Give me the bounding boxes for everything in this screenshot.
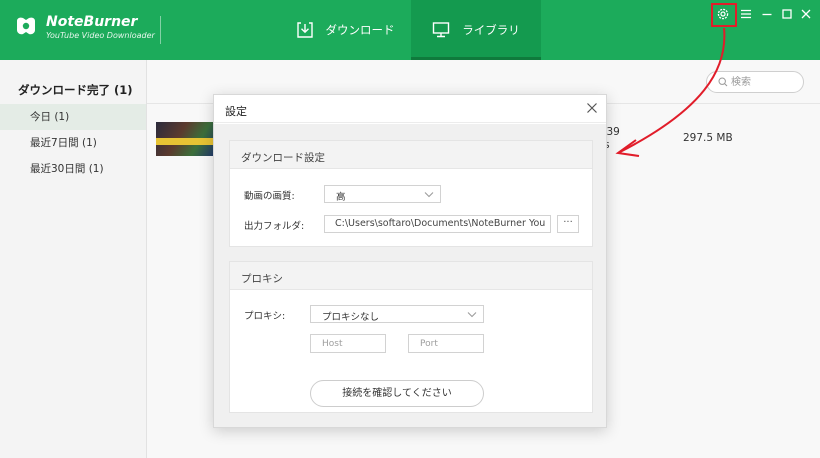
search-box[interactable] [706, 71, 804, 93]
chevron-down-icon [424, 192, 434, 198]
download-settings-header: ダウンロード設定 [230, 141, 592, 169]
sidebar-title: ダウンロード完了 (1) [18, 83, 133, 97]
download-settings-section: ダウンロード設定 動画の画質: 高 出力フォルダ: C:\Users\softa… [229, 140, 593, 247]
video-quality-select[interactable]: 高 [324, 185, 441, 203]
proxy-section-header: プロキシ [230, 262, 592, 290]
proxy-section-title: プロキシ [241, 273, 283, 285]
header-divider [160, 16, 161, 44]
proxy-port-input[interactable] [408, 334, 484, 353]
video-thumbnail[interactable] [156, 122, 214, 156]
video-quality-label: 動画の画質: [244, 191, 295, 202]
proxy-select[interactable]: プロキシなし [310, 305, 484, 323]
video-file-size: 297.5 MB [683, 132, 733, 144]
proxy-section: プロキシ プロキシ: プロキシなし 接続を確認してください [229, 261, 593, 413]
menu-icon[interactable] [739, 7, 753, 21]
output-folder-path[interactable]: C:\Users\softaro\Documents\NoteBurner Yo… [324, 215, 551, 233]
dialog-close-icon[interactable] [586, 102, 598, 114]
video-quality-value: 高 [336, 192, 346, 203]
output-folder-label: 出力フォルダ: [244, 221, 305, 232]
thumbnail-caption-band [156, 138, 214, 145]
search-icon [718, 77, 728, 87]
sidebar: ダウンロード完了 (1) 今日 (1) 最近7日間 (1) 最近30日間 (1) [0, 60, 147, 458]
gear-icon[interactable] [716, 7, 730, 21]
proxy-value: プロキシなし [322, 312, 380, 323]
check-connection-button[interactable]: 接続を確認してください [310, 380, 484, 407]
minimize-icon[interactable] [760, 7, 774, 21]
tab-library-label: ライブラリ [462, 23, 520, 37]
settings-dialog-header: 設定 [214, 95, 606, 123]
settings-dialog-body: ダウンロード設定 動画の画質: 高 出力フォルダ: C:\Users\softa… [214, 124, 606, 427]
noteburner-logo-icon [17, 17, 35, 35]
tab-download[interactable]: ダウンロード [280, 0, 410, 60]
maximize-icon[interactable] [780, 7, 794, 21]
sidebar-item-last-30-days[interactable]: 最近30日間 (1) [0, 156, 146, 182]
tab-library[interactable]: ライブラリ [411, 0, 541, 60]
tab-download-label: ダウンロード [325, 23, 395, 37]
settings-dialog: 設定 ダウンロード設定 動画の画質: 高 出力フォルダ: C:\Users\so… [213, 94, 607, 428]
sidebar-item-today[interactable]: 今日 (1) [0, 104, 146, 130]
proxy-host-input[interactable] [310, 334, 386, 353]
monitor-icon [433, 22, 450, 38]
close-icon[interactable] [799, 7, 813, 21]
download-icon [296, 22, 313, 38]
chevron-down-icon [467, 312, 477, 318]
app-header: NoteBurner YouTube Video Downloader ダウンロ… [0, 0, 820, 60]
sidebar-item-last-7-days[interactable]: 最近7日間 (1) [0, 130, 146, 156]
search-input[interactable] [731, 74, 799, 90]
download-settings-title: ダウンロード設定 [241, 152, 325, 164]
app-subtitle: YouTube Video Downloader [46, 31, 155, 40]
browse-folder-button[interactable]: ··· [557, 215, 579, 233]
proxy-label: プロキシ: [244, 311, 286, 322]
app-name: NoteBurner [46, 14, 138, 30]
settings-dialog-title: 設定 [225, 105, 247, 118]
